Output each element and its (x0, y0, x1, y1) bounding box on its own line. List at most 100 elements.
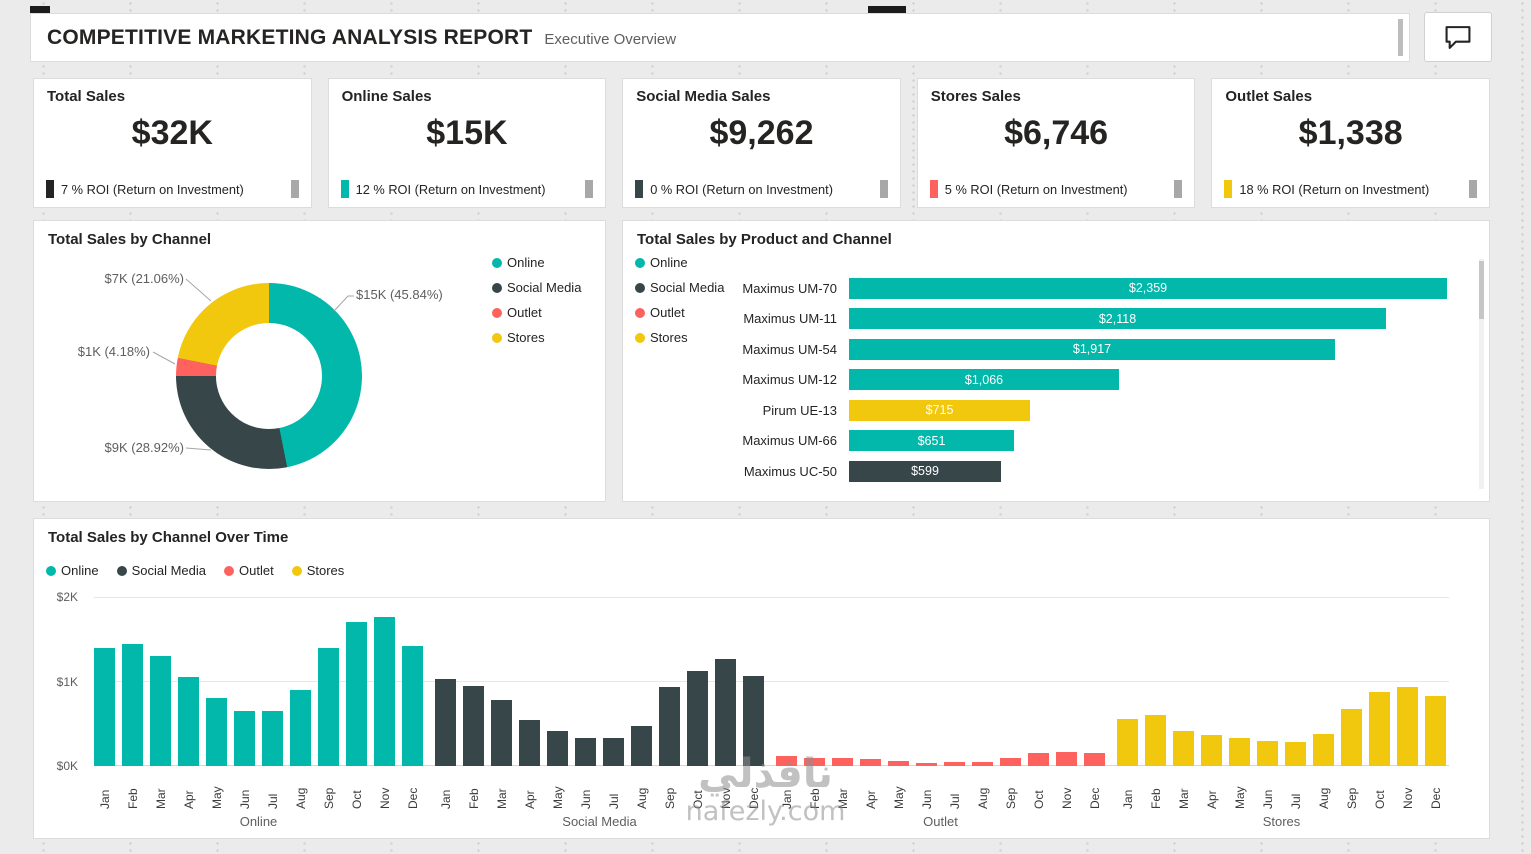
bar-outlet-may[interactable] (888, 761, 909, 766)
bar-outlet-apr[interactable] (860, 759, 881, 766)
legend-item-online[interactable]: Online (635, 255, 724, 270)
legend-item-outlet[interactable]: Outlet (492, 305, 581, 320)
kpi-value: $15K (342, 114, 593, 153)
bar-stores-may[interactable] (1229, 738, 1250, 766)
bar-online-aug[interactable] (290, 690, 311, 766)
bar-social-media-feb[interactable] (463, 686, 484, 766)
kpi-title: Stores Sales (931, 88, 1182, 105)
bar-social-media-jun[interactable] (575, 738, 596, 766)
bar-outlet-oct[interactable] (1028, 753, 1049, 766)
product-row: Maximus UM-66$651 (635, 426, 1447, 457)
kpi-card-stores-sales[interactable]: Stores Sales $6,746 5 % ROI (Return on Inv… (917, 78, 1196, 208)
bar-maximus-um-66[interactable]: $651 (849, 430, 1014, 451)
legend-dot (492, 333, 502, 343)
bar-maximus-um-11[interactable]: $2,118 (849, 308, 1386, 329)
x-axis-label: Nov (715, 769, 736, 809)
bar-stores-mar[interactable] (1173, 731, 1194, 767)
kpi-card-total-sales[interactable]: Total Sales$32K7 % ROI (Return on Invest… (33, 78, 312, 208)
x-axis-label: Jun (916, 769, 937, 809)
bar-outlet-dec[interactable] (1084, 753, 1105, 766)
bar-outlet-jan[interactable] (776, 756, 797, 766)
bar-social-media-dec[interactable] (743, 676, 764, 766)
x-axis-label: Apr (1201, 769, 1222, 809)
header-scrollbar[interactable] (1398, 19, 1403, 56)
bar-online-jun[interactable] (234, 711, 255, 766)
bar-outlet-nov[interactable] (1056, 752, 1077, 766)
bar-social-media-oct[interactable] (687, 671, 708, 766)
bar-online-jan[interactable] (94, 648, 115, 766)
x-axis-label-text: Feb (809, 769, 821, 809)
bar-outlet-jun[interactable] (916, 763, 937, 766)
legend-item-social-media[interactable]: Social Media (492, 280, 581, 295)
x-axis-label: May (1229, 769, 1250, 809)
kpi-value: $6,746 (931, 114, 1182, 153)
legend-item-social-media[interactable]: Social Media (117, 563, 206, 578)
bar-outlet-sep[interactable] (1000, 758, 1021, 767)
x-axis-label: Dec (1084, 769, 1105, 809)
kpi-roi-text: 5 % ROI (Return on Investment) (945, 182, 1128, 197)
bar-online-feb[interactable] (122, 644, 143, 767)
bar-outlet-mar[interactable] (832, 758, 853, 767)
legend-item-online[interactable]: Online (492, 255, 581, 270)
bar-social-media-mar[interactable] (491, 700, 512, 766)
bar-pirum-ue-13[interactable]: $715 (849, 400, 1030, 421)
comment-button[interactable] (1424, 12, 1492, 62)
scrollbar-thumb[interactable] (1479, 261, 1484, 319)
bar-outlet-jul[interactable] (944, 762, 965, 766)
bar-online-jul[interactable] (262, 711, 283, 766)
kpi-footer: 7 % ROI (Return on Investment) (46, 180, 299, 198)
product-row: Maximus UC-50$599 (635, 456, 1447, 487)
bar-stores-nov[interactable] (1397, 687, 1418, 766)
legend-item-online[interactable]: Online (46, 563, 99, 578)
legend-dot (292, 566, 302, 576)
bar-outlet-feb[interactable] (804, 758, 825, 767)
bar-online-nov[interactable] (374, 617, 395, 766)
legend-item-outlet[interactable]: Outlet (224, 563, 274, 578)
bar-online-sep[interactable] (318, 648, 339, 766)
bar-stores-feb[interactable] (1145, 715, 1166, 766)
kpi-card-social-media-sales[interactable]: Social Media Sales$9,2620 % ROI (Return … (622, 78, 901, 208)
bar-social-media-jul[interactable] (603, 738, 624, 766)
bar-stores-sep[interactable] (1341, 709, 1362, 767)
bar-outlet-aug[interactable] (972, 762, 993, 766)
bar-maximus-um-54[interactable]: $1,917 (849, 339, 1335, 360)
x-axis-label-text: Jan (440, 769, 452, 809)
x-axis-label-text: Jul (1290, 769, 1302, 809)
bar-maximus-um-70[interactable]: $2,359 (849, 278, 1447, 299)
bar-stores-oct[interactable] (1369, 692, 1390, 766)
kpi-title: Total Sales (47, 88, 298, 105)
bar-online-dec[interactable] (402, 646, 423, 766)
bar-stores-jul[interactable] (1285, 742, 1306, 766)
donut-chart[interactable] (176, 283, 362, 469)
bar-online-mar[interactable] (150, 656, 171, 766)
bar-stores-apr[interactable] (1201, 735, 1222, 766)
bar-maximus-uc-50[interactable]: $599 (849, 461, 1001, 482)
bar-stores-aug[interactable] (1313, 734, 1334, 766)
bar-social-media-may[interactable] (547, 731, 568, 767)
product-scrollbar[interactable] (1479, 259, 1484, 489)
time-yticks: $2K$1K$0K (34, 597, 86, 766)
kpi-roi-text: 18 % ROI (Return on Investment) (1239, 182, 1429, 197)
bar-social-media-apr[interactable] (519, 720, 540, 767)
legend-item-stores[interactable]: Stores (292, 563, 345, 578)
bar-stores-jun[interactable] (1257, 741, 1278, 766)
bar-maximus-um-12[interactable]: $1,066 (849, 369, 1119, 390)
bar-stores-dec[interactable] (1425, 696, 1446, 766)
bar-social-media-nov[interactable] (715, 659, 736, 766)
bar-social-media-sep[interactable] (659, 687, 680, 766)
bar-social-media-aug[interactable] (631, 726, 652, 766)
x-axis-label: Jul (944, 769, 965, 809)
donut-slice-label: $7K (21.06%) (72, 271, 184, 286)
bar-online-apr[interactable] (178, 677, 199, 766)
bar-online-oct[interactable] (346, 622, 367, 766)
bar-online-may[interactable] (206, 698, 227, 766)
kpi-card-outlet-sales[interactable]: Outlet Sales$1,33818 % ROI (Return on In… (1211, 78, 1490, 208)
x-axis-label-text: Dec (407, 769, 419, 809)
x-axis-label-text: Jan (781, 769, 793, 809)
x-axis-label: Mar (1173, 769, 1194, 809)
kpi-card-online-sales[interactable]: Online Sales$15K12 % ROI (Return on Inve… (328, 78, 607, 208)
bar-social-media-jan[interactable] (435, 679, 456, 766)
legend-item-stores[interactable]: Stores (492, 330, 581, 345)
x-axis-label: Sep (659, 769, 680, 809)
bar-stores-jan[interactable] (1117, 719, 1138, 766)
